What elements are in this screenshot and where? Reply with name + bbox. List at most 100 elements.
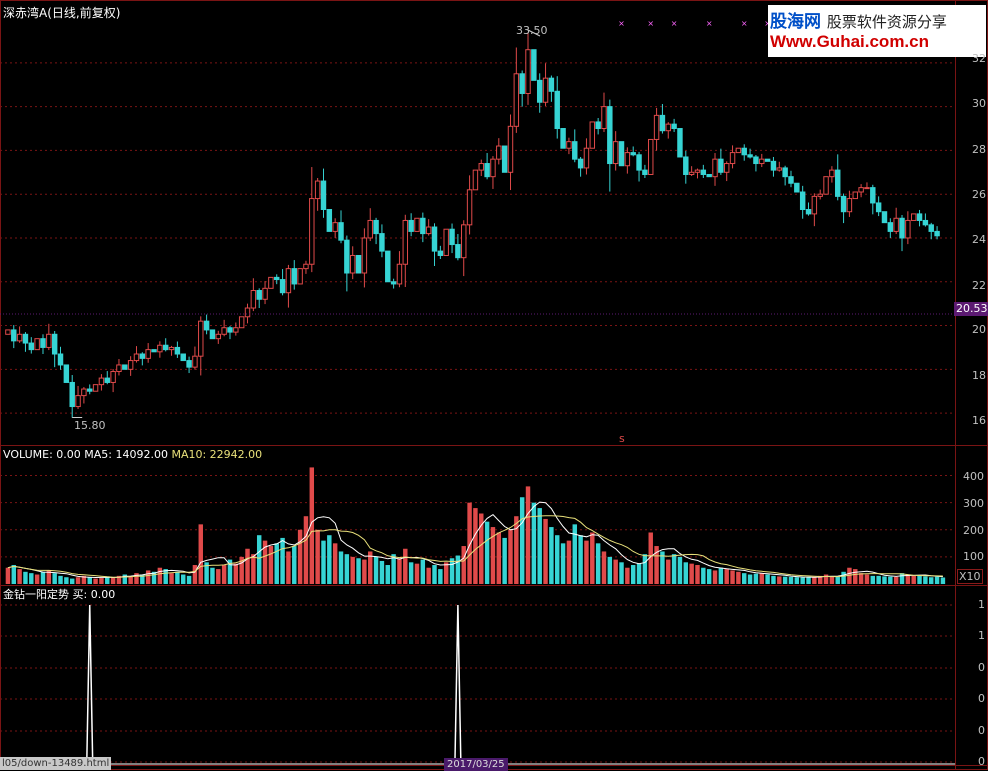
volume-bar [590,532,595,584]
candle-body [157,344,163,353]
indicator-series [0,604,955,766]
candle-body [22,333,29,344]
volume-bar [560,543,566,584]
candle-body [151,349,157,353]
candle-body [764,158,771,162]
volume-bar [64,577,69,584]
candle-body [437,250,444,256]
candle-body [677,128,683,158]
candle-body [268,276,274,289]
candle-body [127,360,134,370]
volume-bar [186,575,192,584]
price-tick: 30 [972,97,986,110]
candle-body [507,125,514,173]
candle-body [63,364,70,383]
candle-body [630,152,636,156]
candle-body [361,237,368,274]
volume-tick: 300 [963,497,984,510]
volume-bar [782,576,788,584]
candle-body [227,327,233,333]
candle-body [770,160,777,171]
volume-bar [525,486,531,584]
volume-bar [508,529,513,584]
candle-body [262,287,268,300]
indicator-tick: 1 [978,629,985,642]
candle-body [5,329,11,335]
candle-body [747,154,753,158]
volume-bar [613,559,618,584]
date-cursor-label: 2017/03/25 [444,758,508,771]
candle-body [548,77,555,92]
volume-bar [747,574,753,584]
candle-body [560,128,566,149]
signal-x-mark: × [618,19,625,28]
candle-body [297,268,303,285]
candle-body [782,167,788,178]
candle-body [314,180,321,200]
volume-bar [794,577,800,584]
chart-frame [0,0,988,770]
volume-bar [788,576,794,584]
signal-x-mark: × [706,19,713,28]
volume-bar [11,565,16,584]
candle-body [402,219,409,265]
volume-bar [198,524,203,584]
candle-body [320,180,327,211]
candle-body [425,226,432,235]
volume-unit-tag: X10 [957,569,983,584]
volume-bar [636,563,642,584]
candle-body [496,145,502,160]
candle-body [840,195,847,213]
stock-chart[interactable]: ××××××××××××××× [0,0,988,770]
indicator-tick: 0 [978,692,985,705]
candle-body [98,377,105,386]
volume-bar [69,578,75,584]
volume-bar [683,562,689,584]
volume-bar [601,551,607,584]
volume-bar [671,554,677,584]
candle-body [396,263,403,285]
volume-bar [841,571,846,584]
candle-body [168,346,175,351]
candle-body [665,123,671,132]
candle-body [461,224,467,259]
volume-bar [917,575,922,584]
candle-body [835,169,841,197]
status-url[interactable]: l05/down-13489.html [0,757,112,770]
volume-bar [730,570,735,584]
candle-body [712,158,718,178]
volume-tick: 100 [963,550,984,563]
volume-bar [99,578,104,584]
candle-body [572,141,578,160]
candle-body [811,195,818,215]
low-price-label: 15.80 [74,419,106,432]
candle-body [180,353,186,362]
candle-body [122,364,128,370]
volume-bar [876,575,881,584]
candle-body [706,173,712,178]
candle-body [817,193,823,197]
volume-bar [607,556,613,584]
candle-body [303,263,309,270]
candle-body [309,198,315,265]
candle-body [595,121,601,130]
volume-bar [706,569,712,584]
candle-body [373,219,379,235]
price-tick: 16 [972,414,986,427]
volume-bar [835,576,840,584]
candle-body [805,209,812,215]
candle-body [81,388,87,397]
candle-body [618,141,625,167]
volume-bar [216,569,221,584]
candle-body [934,230,940,237]
candle-body [34,338,40,351]
candle-body [601,106,607,130]
candle-body [531,49,537,81]
candle-body [291,268,297,285]
indicator-spike [85,604,94,766]
candle-body [408,219,414,232]
candle-body [279,279,286,294]
candlestick-series [5,32,940,418]
candle-body [256,290,262,300]
candle-body [899,217,905,239]
